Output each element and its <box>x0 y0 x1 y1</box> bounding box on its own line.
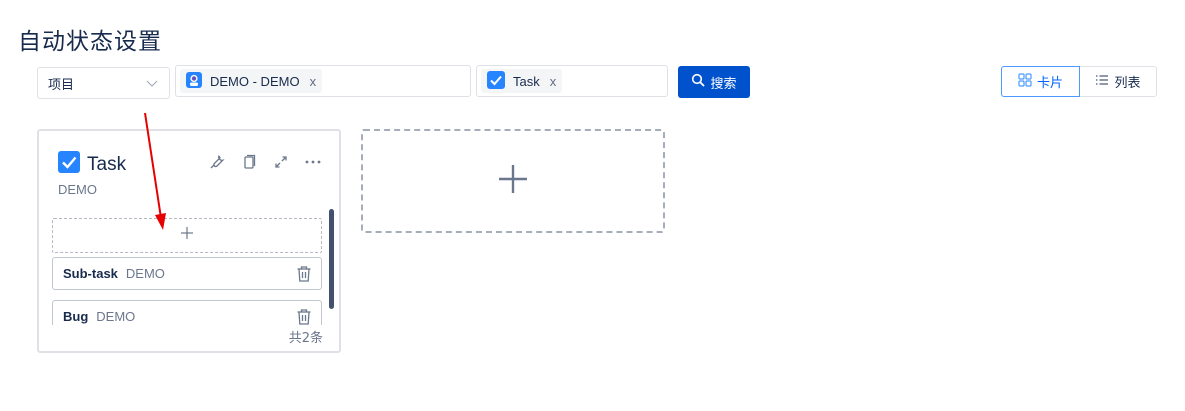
project-avatar-icon <box>186 71 202 91</box>
scheme-card-header: Task <box>58 151 126 179</box>
project-multiselect[interactable]: DEMO - DEMO x <box>175 65 471 97</box>
project-chip-label: DEMO - DEMO <box>210 73 300 89</box>
wrench-icon[interactable] <box>208 153 226 171</box>
scheme-card: Task DEMO Sub-task DEMO Bug DEMO 共2条 <box>37 129 341 353</box>
chevron-down-icon <box>145 76 159 90</box>
close-icon[interactable]: x <box>550 74 557 89</box>
copy-icon[interactable] <box>240 153 258 171</box>
scheme-card-title: Task <box>87 154 127 175</box>
issuetype-chip: Task x <box>481 69 563 93</box>
project-chip: DEMO - DEMO x <box>180 69 323 93</box>
search-label: 搜索 <box>710 76 737 92</box>
issuetype-chip-label: Task <box>513 73 540 89</box>
list-view-button[interactable]: 列表 <box>1080 66 1157 97</box>
issuetype-name: Bug <box>63 309 89 324</box>
issuetype-project: DEMO <box>96 309 136 324</box>
card-view-label: 卡片 <box>1036 76 1063 91</box>
card-scrollbar[interactable] <box>329 209 334 309</box>
more-icon[interactable] <box>304 153 322 171</box>
card-toolbar <box>208 153 322 171</box>
issuetype-multiselect[interactable]: Task x <box>476 65 668 97</box>
search-icon <box>691 73 706 91</box>
close-icon[interactable]: x <box>310 74 317 89</box>
type-select-value: 项目 <box>48 76 75 92</box>
task-checkbox-icon <box>487 70 505 92</box>
card-view-button[interactable]: 卡片 <box>1001 66 1080 97</box>
trash-icon[interactable] <box>296 308 312 325</box>
plus-icon <box>180 226 194 245</box>
total-count: 共2条 <box>288 331 323 346</box>
search-button[interactable]: 搜索 <box>678 66 750 98</box>
issuetype-row: Sub-task DEMO <box>52 257 322 290</box>
add-issuetype-zone[interactable] <box>52 218 322 253</box>
scheme-card-project: DEMO <box>58 182 97 197</box>
grid-icon <box>1018 72 1032 91</box>
add-scheme-card[interactable] <box>361 129 665 233</box>
issuetype-row: Bug DEMO <box>52 300 322 325</box>
view-toggle: 卡片 列表 <box>1001 66 1157 97</box>
task-checkbox-icon <box>58 151 80 179</box>
type-select[interactable]: 项目 <box>37 67 170 99</box>
issuetype-project: DEMO <box>125 266 165 281</box>
list-view-label: 列表 <box>1114 76 1141 91</box>
expand-icon[interactable] <box>272 153 290 171</box>
plus-icon <box>498 164 528 199</box>
issuetype-list: Sub-task DEMO Bug DEMO <box>39 257 339 325</box>
issuetype-name: Sub-task <box>63 266 118 281</box>
page-title: 自动状态设置 <box>18 29 162 55</box>
list-icon <box>1095 73 1109 91</box>
trash-icon[interactable] <box>296 265 312 283</box>
